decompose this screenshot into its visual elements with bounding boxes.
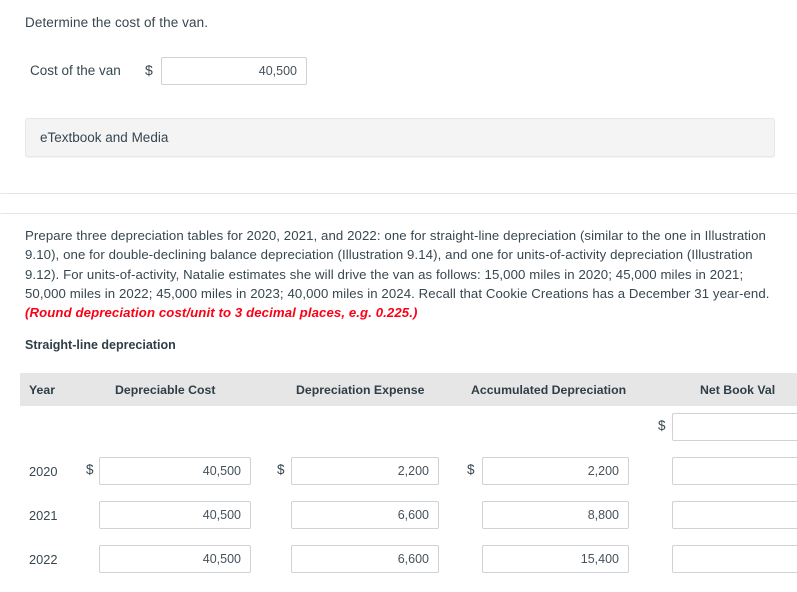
column-header-depreciable-cost: Depreciable Cost	[115, 383, 216, 397]
column-header-accumulated-depreciation: Accumulated Depreciation	[471, 383, 627, 397]
etextbook-and-media-label: eTextbook and Media	[40, 130, 169, 145]
column-header-depreciation-expense: Depreciation Expense	[296, 383, 425, 397]
currency-symbol-depreciable-cost: $	[86, 462, 94, 477]
question-page: Determine the cost of the van. Cost of t…	[0, 0, 797, 592]
currency-symbol-depreciation-expense: $	[277, 462, 285, 477]
currency-symbol-cost: $	[145, 62, 153, 78]
input-depreciable-cost-2021[interactable]	[99, 501, 251, 529]
task-description-main: Prepare three depreciation tables for 20…	[25, 228, 770, 301]
cost-of-van-label: Cost of the van	[30, 63, 121, 78]
input-depreciation-expense-2022[interactable]	[291, 545, 439, 573]
row-year-2020: 2020	[29, 464, 58, 479]
input-accumulated-depreciation-2020[interactable]	[482, 457, 629, 485]
input-depreciable-cost-2022[interactable]	[99, 545, 251, 573]
input-depreciation-expense-2020[interactable]	[291, 457, 439, 485]
row-year-2022: 2022	[29, 552, 58, 567]
input-accumulated-depreciation-2021[interactable]	[482, 501, 629, 529]
currency-symbol-accumulated-depreciation: $	[467, 462, 475, 477]
table-title: Straight-line depreciation	[25, 338, 176, 352]
currency-symbol-nbv-opening: $	[658, 418, 666, 433]
input-net-book-value-2022[interactable]	[672, 545, 797, 573]
input-depreciable-cost-2020[interactable]	[99, 457, 251, 485]
input-accumulated-depreciation-2022[interactable]	[482, 545, 629, 573]
input-net-book-value-2021[interactable]	[672, 501, 797, 529]
cost-of-van-input[interactable]	[161, 57, 307, 85]
instruction-text: Determine the cost of the van.	[25, 15, 209, 30]
column-header-year: Year	[29, 383, 55, 397]
input-depreciation-expense-2021[interactable]	[291, 501, 439, 529]
column-header-net-book-value: Net Book Val	[700, 383, 776, 397]
row-year-2021: 2021	[29, 508, 58, 523]
task-description-text: Prepare three depreciation tables for 20…	[25, 226, 773, 322]
input-net-book-value-2020[interactable]	[672, 457, 797, 485]
task-description-emphasis: (Round depreciation cost/unit to 3 decim…	[25, 305, 418, 321]
etextbook-and-media-panel[interactable]: eTextbook and Media	[25, 118, 775, 157]
input-net-book-value-opening[interactable]	[672, 413, 797, 441]
